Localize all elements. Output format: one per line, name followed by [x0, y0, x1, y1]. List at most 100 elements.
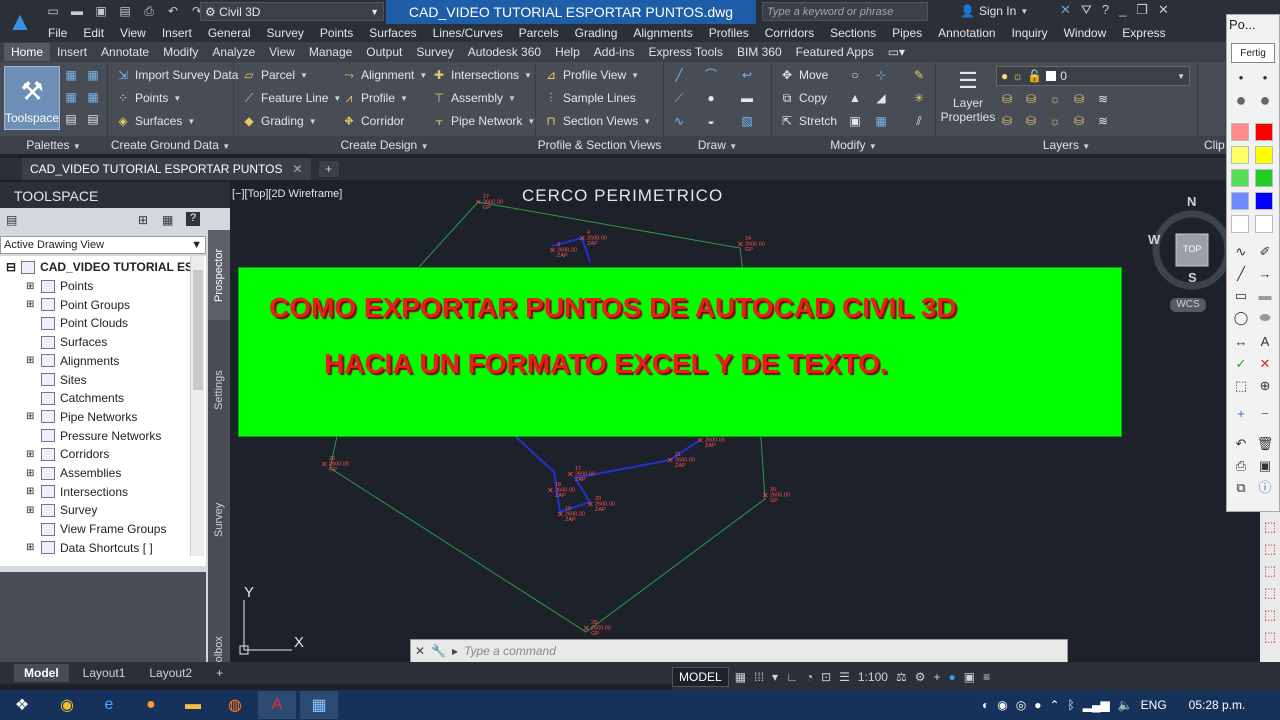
workspace-selector[interactable]: ⚙ Civil 3D ▼: [200, 2, 384, 21]
expand-icon[interactable]: ⊞: [26, 281, 36, 292]
toolspace-button[interactable]: ⚒ Toolspace: [4, 66, 60, 130]
color-swatch[interactable]: [1231, 146, 1249, 164]
toolspace-tab-prospector[interactable]: Prospector: [208, 230, 230, 320]
layers-panel-title[interactable]: Layers ▼: [936, 136, 1197, 154]
tree-item-survey[interactable]: ⊞ Survey: [26, 503, 97, 517]
search-input[interactable]: Type a keyword or phrase: [762, 2, 928, 21]
save-icon[interactable]: ▣: [1255, 457, 1275, 475]
trim-icon[interactable]: ⊹: [874, 68, 888, 82]
layout-tab-model[interactable]: Model: [14, 664, 69, 682]
undo-icon[interactable]: ↶: [164, 2, 182, 20]
ribbon-tab-insert[interactable]: Insert: [50, 43, 94, 61]
color-swatch[interactable]: [1231, 169, 1249, 187]
surfaces-button[interactable]: ◈ Surfaces ▼: [116, 114, 195, 128]
feature-line-button[interactable]: ⟋ Feature Line ▼: [242, 91, 342, 105]
survey-point[interactable]: ✕272600.00GP: [475, 194, 503, 211]
stretch-button[interactable]: ⇱ Stretch: [780, 114, 837, 128]
tray-icon[interactable]: ◐: [982, 698, 989, 712]
ribbon-tab-output[interactable]: Output: [359, 43, 409, 61]
copy-icon[interactable]: ⧉: [1231, 479, 1251, 497]
view-dropdown[interactable]: Active Drawing View ▼: [0, 236, 206, 254]
ortho-icon[interactable]: ∟: [784, 670, 800, 684]
menu-item-alignments[interactable]: Alignments: [625, 26, 700, 40]
layer-tool-icon[interactable]: ⛁: [1072, 114, 1086, 128]
save-as-icon[interactable]: ▤: [116, 2, 134, 20]
ribbon-tab-survey[interactable]: Survey: [409, 43, 460, 61]
minimize-icon[interactable]: _: [1119, 2, 1126, 18]
ribbon-tab-help[interactable]: Help: [548, 43, 587, 61]
layer-tool-icon[interactable]: ☼: [1048, 92, 1062, 106]
tree-item-surfaces[interactable]: Surfaces: [26, 335, 107, 349]
menu-item-view[interactable]: View: [112, 26, 154, 40]
menu-item-surfaces[interactable]: Surfaces: [361, 26, 424, 40]
survey-point[interactable]: ✕262600.00GP: [321, 456, 349, 473]
new-file-icon[interactable]: ▭: [44, 2, 62, 20]
toolspace-tab-settings[interactable]: Settings: [208, 340, 230, 440]
tray-icon[interactable]: ●: [1034, 698, 1041, 712]
rotate-icon[interactable]: ○: [848, 68, 862, 82]
layout-tab-layout2[interactable]: Layout2: [139, 664, 202, 682]
menu-item-general[interactable]: General: [200, 26, 259, 40]
modify-panel-title[interactable]: Modify ▼: [772, 136, 935, 154]
layer-tool-icon[interactable]: ⛁: [1000, 114, 1014, 128]
tree-item-points[interactable]: ⊞ Points: [26, 279, 93, 293]
tree-item-sites[interactable]: Sites: [26, 373, 87, 387]
mirror-icon[interactable]: ▲: [848, 91, 862, 105]
menu-item-annotation[interactable]: Annotation: [930, 26, 1003, 40]
menu-item-inquiry[interactable]: Inquiry: [1004, 26, 1056, 40]
profile-section-panel-title[interactable]: Profile & Section Views: [536, 136, 663, 154]
grid-icon[interactable]: ▦: [733, 670, 748, 684]
isolate-icon[interactable]: ●: [946, 670, 957, 684]
ellipse-icon[interactable]: ◒: [704, 114, 718, 128]
tool-icon[interactable]: ⬚: [1260, 628, 1280, 646]
create-ground-panel-title[interactable]: Create Ground Data ▼: [108, 136, 233, 154]
freehand-icon[interactable]: ∿: [1231, 243, 1251, 261]
plus-icon[interactable]: +: [1231, 405, 1251, 423]
close-icon[interactable]: ✕: [415, 644, 425, 658]
snap-icon[interactable]: ⁞⁞⁞: [752, 670, 766, 684]
trash-icon[interactable]: 🗑: [1255, 435, 1275, 453]
media-icon[interactable]: ●: [132, 691, 170, 719]
list-view-icon[interactable]: ▦: [162, 213, 173, 227]
menu-item-corridors[interactable]: Corridors: [757, 26, 822, 40]
survey-point[interactable]: ✕32600.00ZAP: [549, 242, 577, 259]
menu-item-insert[interactable]: Insert: [154, 26, 200, 40]
double-arrow-icon[interactable]: ↔: [1231, 333, 1251, 351]
cross-icon[interactable]: ✕: [1255, 355, 1275, 373]
tree-item-view-frame-groups[interactable]: View Frame Groups: [26, 522, 166, 536]
undo-icon[interactable]: ↶: [1231, 435, 1251, 453]
close-icon[interactable]: ✕: [293, 162, 303, 176]
layer-tool-icon[interactable]: ⛁: [1024, 92, 1038, 106]
tree-item-point-groups[interactable]: ⊞ Point Groups: [26, 298, 130, 312]
color-swatch[interactable]: [1231, 123, 1249, 141]
expand-icon[interactable]: ⊞: [26, 486, 36, 497]
fillet-icon[interactable]: ◢: [874, 91, 888, 105]
select-icon[interactable]: ⬚: [1231, 377, 1251, 395]
menu-item-points[interactable]: Points: [312, 26, 361, 40]
dot-large-icon[interactable]: ●: [1231, 91, 1251, 109]
tool-icon[interactable]: ⬚: [1260, 584, 1280, 602]
alignment-button[interactable]: ⤳ Alignment ▼: [342, 68, 427, 82]
pipe-network-button[interactable]: ⫟ Pipe Network ▼: [432, 114, 535, 128]
palettes-panel-title[interactable]: Palettes ▼: [0, 136, 107, 154]
tree-item-data-shortcuts[interactable]: ⊞ Data Shortcuts [ ]: [26, 541, 153, 555]
section-views-button[interactable]: ⊓ Section Views ▼: [544, 114, 651, 128]
text-icon[interactable]: A: [1255, 333, 1275, 351]
color-swatch[interactable]: [1255, 146, 1273, 164]
tool-icon[interactable]: ⬚: [1260, 606, 1280, 624]
menu-item-file[interactable]: File: [40, 26, 75, 40]
layer-tool-icon[interactable]: ⛁: [1000, 92, 1014, 106]
rectangle-icon[interactable]: ▭: [1231, 287, 1251, 305]
command-input[interactable]: Type a command: [464, 644, 556, 658]
paint-icon[interactable]: ▦: [300, 691, 338, 719]
offset-icon[interactable]: ⫽: [912, 114, 926, 128]
scroll-thumb[interactable]: [193, 270, 203, 390]
arrow-right-icon[interactable]: →: [1255, 265, 1275, 283]
layer-tool-icon[interactable]: ☼: [1048, 114, 1062, 128]
tray-icon[interactable]: ◎: [1016, 698, 1026, 712]
arc-icon[interactable]: ⌒: [704, 68, 718, 82]
survey-point[interactable]: ✕242600.00GP: [737, 236, 765, 253]
color-swatch[interactable]: [1255, 192, 1273, 210]
tree-item-assemblies[interactable]: ⊞ Assemblies: [26, 466, 121, 480]
parcel-button[interactable]: ▱ Parcel ▼: [242, 68, 308, 82]
